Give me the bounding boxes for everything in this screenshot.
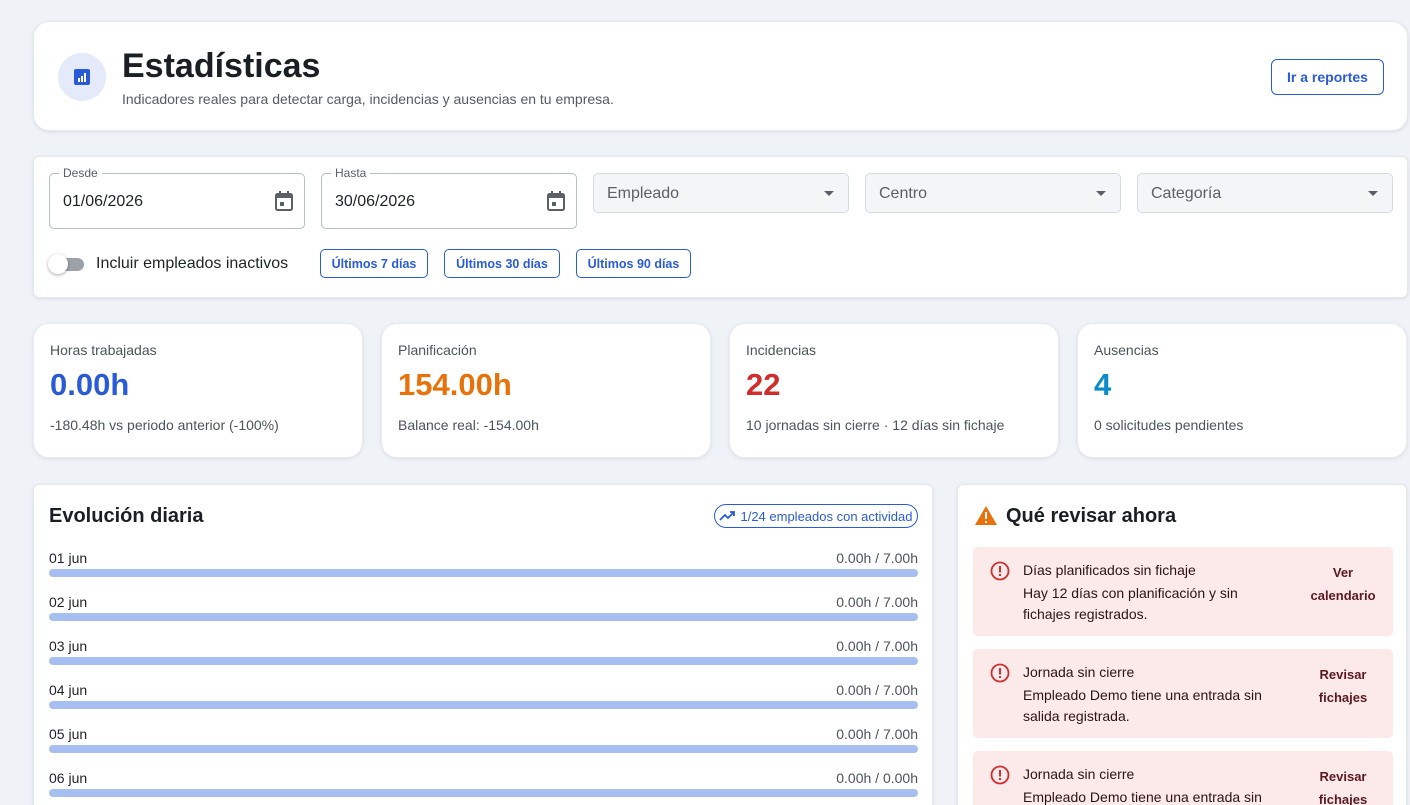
day-progress-bar <box>49 745 918 753</box>
kpi-card-hours: Horas trabajadas 0.00h -180.48h vs perio… <box>33 323 363 458</box>
trending-up-icon <box>719 511 736 521</box>
daily-evolution-panel: Evolución diaria 1/24 empleados con acti… <box>33 484 933 805</box>
day-label: 05 jun <box>49 726 88 742</box>
alert-title: Jornada sin cierre <box>1023 766 1135 782</box>
category-select-placeholder: Categoría <box>1151 185 1222 202</box>
day-hours: 0.00h / 7.00h <box>836 638 918 654</box>
filters-panel: Desde 01/06/2026 Hasta 30/06/2026 Emplea… <box>33 156 1408 298</box>
day-progress-bar <box>49 569 918 577</box>
day-label: 06 jun <box>49 770 88 786</box>
day-row: 02 jun 0.00h / 7.00h <box>49 594 918 634</box>
review-clockings-button[interactable]: Revisar fichajes <box>1307 663 1379 709</box>
calendar-icon[interactable] <box>274 190 294 217</box>
day-label: 01 jun <box>49 550 88 566</box>
to-date-field[interactable]: Hasta 30/06/2026 <box>321 166 577 229</box>
chevron-down-icon <box>1096 191 1106 196</box>
alert-title: Jornada sin cierre <box>1023 664 1135 680</box>
kpi-card-planning: Planificación 154.00h Balance real: -154… <box>381 323 711 458</box>
to-date-label: Hasta <box>331 166 371 180</box>
range-90-days-button[interactable]: Últimos 90 días <box>576 249 691 278</box>
day-row: 04 jun 0.00h / 7.00h <box>49 682 918 722</box>
kpi-subtext: Balance real: -154.00h <box>398 417 539 433</box>
kpi-value: 154.00h <box>398 367 512 402</box>
kpi-label: Planificación <box>398 342 477 358</box>
chevron-down-icon <box>824 191 834 196</box>
error-icon <box>990 765 1010 790</box>
day-progress-bar <box>49 613 918 621</box>
kpi-card-absences: Ausencias 4 0 solicitudes pendientes <box>1077 323 1407 458</box>
kpi-value: 4 <box>1094 367 1112 402</box>
alert-message: Empleado Demo tiene una entrada sin sali… <box>1023 687 1262 724</box>
alert-message: Hay 12 días con planificación y sin fich… <box>1023 585 1238 622</box>
day-progress-bar <box>49 701 918 709</box>
go-to-reports-button[interactable]: Ir a reportes <box>1271 59 1384 95</box>
kpi-label: Ausencias <box>1094 342 1159 358</box>
review-panel: Qué revisar ahora Días planificados sin … <box>957 484 1407 805</box>
bar-chart-icon <box>58 53 106 101</box>
from-date-label: Desde <box>59 166 102 180</box>
center-select[interactable]: Centro <box>865 173 1121 213</box>
day-progress-bar <box>49 657 918 665</box>
alert-card: Días planificados sin fichaje Hay 12 día… <box>973 547 1393 636</box>
kpi-label: Horas trabajadas <box>50 342 157 358</box>
error-icon <box>990 663 1010 688</box>
day-hours: 0.00h / 7.00h <box>836 682 918 698</box>
activity-badge-text: 1/24 empleados con actividad <box>740 508 913 524</box>
section-title: Evolución diaria <box>49 505 204 527</box>
day-hours: 0.00h / 0.00h <box>836 770 918 786</box>
view-calendar-button[interactable]: Ver calendario <box>1307 561 1379 607</box>
center-select-placeholder: Centro <box>879 185 928 202</box>
day-hours: 0.00h / 7.00h <box>836 594 918 610</box>
kpi-subtext: -180.48h vs periodo anterior (-100%) <box>50 417 279 433</box>
alert-title: Días planificados sin fichaje <box>1023 562 1196 578</box>
review-clockings-button[interactable]: Revisar fichajes <box>1307 765 1379 805</box>
day-label: 04 jun <box>49 682 88 698</box>
to-date-value: 30/06/2026 <box>335 193 416 210</box>
calendar-icon[interactable] <box>546 190 566 217</box>
activity-badge: 1/24 empleados con actividad <box>714 504 918 528</box>
day-hours: 0.00h / 7.00h <box>836 550 918 566</box>
day-row: 05 jun 0.00h / 7.00h <box>49 726 918 766</box>
kpi-value: 0.00h <box>50 367 130 402</box>
page-subtitle: Indicadores reales para detectar carga, … <box>122 91 614 107</box>
range-7-days-button[interactable]: Últimos 7 días <box>320 249 428 278</box>
page-title: Estadísticas <box>122 47 321 85</box>
kpi-subtext: 0 solicitudes pendientes <box>1094 417 1244 433</box>
error-icon <box>990 561 1010 586</box>
day-row: 01 jun 0.00h / 7.00h <box>49 550 918 590</box>
category-select[interactable]: Categoría <box>1137 173 1393 213</box>
page-header: Estadísticas Indicadores reales para det… <box>33 21 1408 131</box>
day-hours: 0.00h / 7.00h <box>836 726 918 742</box>
kpi-label: Incidencias <box>746 342 817 358</box>
employee-select-placeholder: Empleado <box>607 185 680 202</box>
from-date-field[interactable]: Desde 01/06/2026 <box>49 166 305 229</box>
alert-card: Jornada sin cierre Empleado Demo tiene u… <box>973 649 1393 738</box>
include-inactive-label: Incluir empleados inactivos <box>96 255 289 272</box>
alert-card: Jornada sin cierre Empleado Demo tiene u… <box>973 751 1393 805</box>
alert-message: Empleado Demo tiene una entrada sin sali… <box>1023 789 1262 805</box>
warning-icon <box>974 505 998 531</box>
kpi-subtext: 10 jornadas sin cierre · 12 días sin fic… <box>746 417 1005 433</box>
range-30-days-button[interactable]: Últimos 30 días <box>444 249 560 278</box>
from-date-value: 01/06/2026 <box>63 193 144 210</box>
kpi-value: 22 <box>746 367 781 402</box>
chevron-down-icon <box>1368 191 1378 196</box>
kpi-card-incidents: Incidencias 22 10 jornadas sin cierre · … <box>729 323 1059 458</box>
include-inactive-toggle[interactable] <box>48 254 84 274</box>
day-progress-bar <box>49 789 918 797</box>
day-label: 02 jun <box>49 594 88 610</box>
employee-select[interactable]: Empleado <box>593 173 849 213</box>
day-label: 03 jun <box>49 638 88 654</box>
day-row: 06 jun 0.00h / 0.00h <box>49 770 918 805</box>
section-title: Qué revisar ahora <box>1006 505 1177 527</box>
day-row: 03 jun 0.00h / 7.00h <box>49 638 918 678</box>
